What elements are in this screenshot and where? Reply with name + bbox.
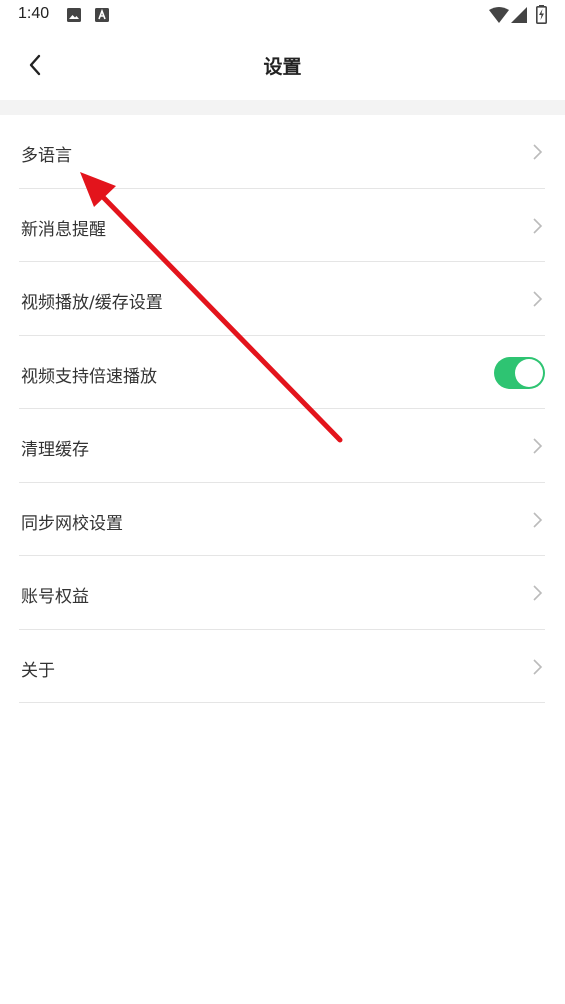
setting-row-language[interactable]: 多语言: [19, 115, 545, 189]
setting-row-video-playback-cache[interactable]: 视频播放/缓存设置: [19, 262, 545, 336]
settings-list: 多语言 新消息提醒 视频播放/缓存设置 视频支持倍速播放 清理缓存 同步网校设置…: [19, 115, 545, 703]
header: 设置: [0, 30, 565, 100]
setting-label: 账号权益: [21, 587, 89, 607]
setting-label: 清理缓存: [21, 440, 89, 460]
signal-icon: [511, 7, 527, 23]
status-bar: 1:40: [0, 0, 565, 30]
setting-row-sync-school-settings[interactable]: 同步网校设置: [19, 483, 545, 556]
setting-row-account-benefits[interactable]: 账号权益: [19, 556, 545, 630]
toggle-knob: [515, 358, 543, 387]
setting-row-about[interactable]: 关于: [19, 630, 545, 703]
setting-label: 视频支持倍速播放: [21, 366, 157, 387]
wifi-icon: [489, 7, 509, 23]
image-icon: [67, 8, 81, 22]
chevron-right-icon: [533, 511, 543, 528]
speed-playback-toggle[interactable]: [494, 356, 545, 389]
page-title: 设置: [263, 56, 302, 78]
status-time: 1:40: [18, 5, 50, 22]
setting-label: 视频播放/缓存设置: [21, 293, 163, 313]
setting-label: 新消息提醒: [21, 219, 106, 240]
setting-label: 同步网校设置: [21, 513, 123, 534]
setting-row-video-speed-playback: 视频支持倍速播放: [19, 336, 545, 409]
chevron-right-icon: [533, 658, 543, 675]
setting-row-new-message-alerts[interactable]: 新消息提醒: [19, 189, 545, 262]
chevron-right-icon: [533, 438, 543, 454]
a-box-icon: [95, 8, 109, 22]
setting-label: 多语言: [21, 146, 72, 166]
chevron-right-icon: [533, 585, 543, 601]
setting-label: 关于: [21, 660, 55, 681]
chevron-right-icon: [533, 144, 543, 160]
chevron-right-icon: [533, 217, 543, 234]
battery-charging-icon: [536, 5, 547, 24]
setting-row-clear-cache[interactable]: 清理缓存: [19, 409, 545, 483]
chevron-right-icon: [533, 291, 543, 307]
section-separator: [0, 100, 565, 115]
